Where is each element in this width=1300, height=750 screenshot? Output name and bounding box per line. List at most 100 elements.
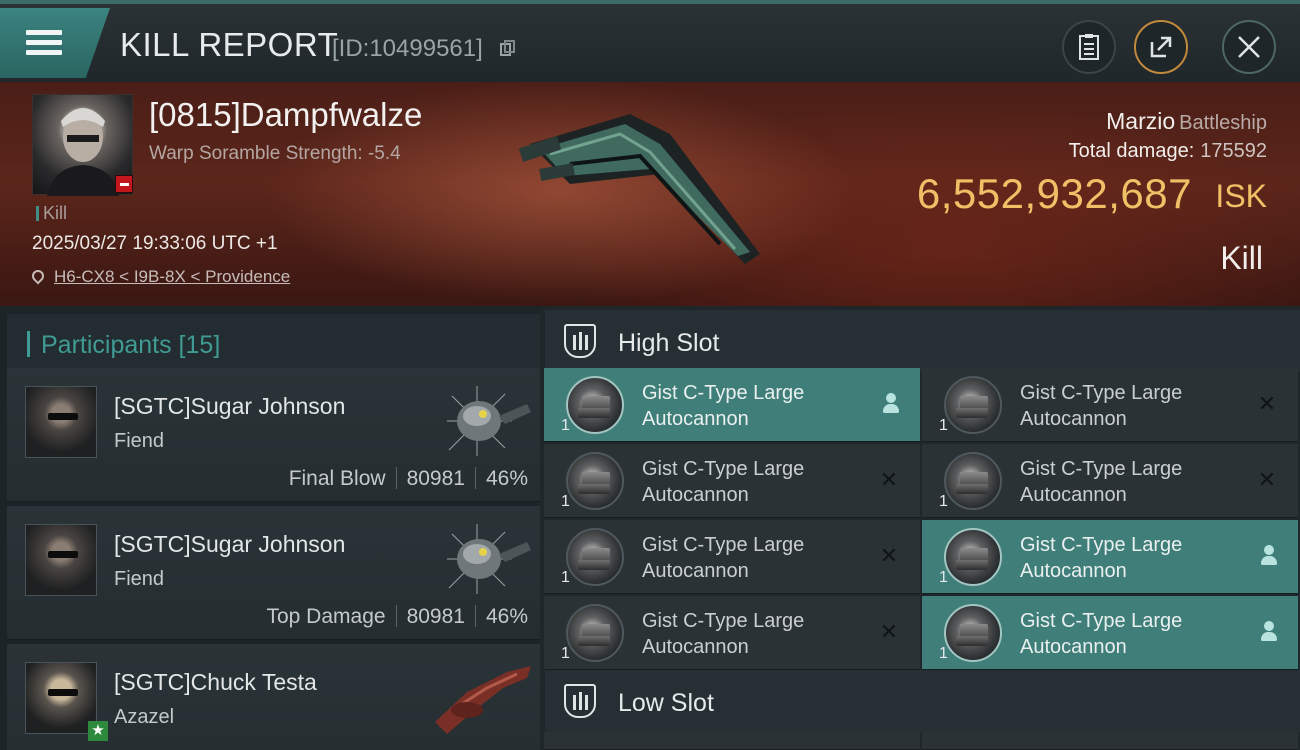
participant-ship: Fiend xyxy=(114,430,165,452)
module-item[interactable]: 1 Gist C-Type Large Autocannon ✕ xyxy=(922,368,1298,442)
destroyed-x-icon: ✕ xyxy=(879,543,899,568)
destroyed-x-icon: ✕ xyxy=(879,619,899,644)
total-damage-label: Total damage: xyxy=(1068,140,1195,162)
module-quantity: 1 xyxy=(939,569,948,586)
isk-value: 6,552,932,687 xyxy=(916,170,1192,217)
module-item[interactable]: 1 Gist C-Type Large Autocannon ✕ xyxy=(544,596,920,670)
close-icon xyxy=(1238,36,1260,58)
location-link[interactable]: H6-CX8 < I9B-8X < Providence xyxy=(54,267,290,286)
participant-row[interactable]: ★ [SGTC]Chuck Testa Azazel xyxy=(7,644,540,750)
module-name: Gist C-Type Large Autocannon xyxy=(1020,458,1183,506)
participant-avatar[interactable] xyxy=(25,524,97,596)
participant-ship: Fiend xyxy=(114,568,165,590)
autocannon-icon xyxy=(944,452,1002,510)
autocannon-icon xyxy=(944,528,1002,586)
participant-name: [SGTC]Sugar Johnson xyxy=(114,393,346,419)
fitting-panel: High Slot 1 Gist C-Type Large Autocannon … xyxy=(540,306,1300,750)
autocannon-icon xyxy=(566,604,624,662)
standing-badge xyxy=(115,175,133,193)
low-slot-title: Low Slot xyxy=(618,689,714,717)
participant-role: Top Damage xyxy=(266,605,386,628)
module-quantity: 1 xyxy=(561,645,570,662)
module-item[interactable] xyxy=(544,732,920,750)
module-item[interactable]: 1 Gist C-Type Large Autocannon xyxy=(922,520,1298,594)
kill-id: [ID:10499561] xyxy=(332,35,483,62)
total-damage-line: Total damage: 175592 xyxy=(1069,140,1267,163)
participant-damage: 80981 xyxy=(406,605,465,628)
page-title: KILL REPORT xyxy=(120,26,339,63)
module-quantity: 1 xyxy=(939,493,948,510)
dropped-person-icon xyxy=(1260,545,1278,567)
module-quantity: 1 xyxy=(561,417,570,434)
destroyed-x-icon: ✕ xyxy=(1257,391,1277,416)
participant-role: Final Blow xyxy=(288,467,386,490)
module-name: Gist C-Type Large Autocannon xyxy=(642,534,805,582)
destroyed-x-icon: ✕ xyxy=(879,467,899,492)
participant-ship-image xyxy=(447,524,531,594)
autocannon-icon xyxy=(566,528,624,586)
module-name: Gist C-Type Large Autocannon xyxy=(1020,534,1183,582)
high-slot-header: High Slot xyxy=(545,310,1300,372)
participant-row[interactable]: [SGTC]Sugar Johnson Fiend Top Damage 8098… xyxy=(7,506,540,640)
module-quantity: 1 xyxy=(561,493,570,510)
share-icon xyxy=(1150,36,1172,58)
autocannon-icon xyxy=(944,604,1002,662)
participant-ship-image xyxy=(435,666,531,734)
destroyed-x-icon: ✕ xyxy=(1257,467,1277,492)
module-name: Gist C-Type Large Autocannon xyxy=(642,610,805,658)
total-damage-value: 175592 xyxy=(1200,140,1267,162)
participant-ship: Azazel xyxy=(114,706,175,728)
module-name: Gist C-Type Large Autocannon xyxy=(1020,382,1183,430)
dropped-person-icon xyxy=(882,393,900,415)
participants-title: Participants [15] xyxy=(41,331,221,359)
participant-stats: Final Blow 80981 46% xyxy=(289,467,528,491)
star-badge-icon: ★ xyxy=(88,721,108,741)
participant-ship-image xyxy=(447,386,531,456)
participants-accent-bar xyxy=(27,331,30,357)
participant-avatar[interactable]: ★ xyxy=(25,662,108,741)
dropped-person-icon xyxy=(1260,621,1278,643)
autocannon-icon xyxy=(566,452,624,510)
participant-stats: Top Damage 80981 46% xyxy=(266,605,528,629)
header-bar: KILL REPORT [ID:10499561] xyxy=(0,0,1300,82)
clipboard-button[interactable] xyxy=(1062,20,1116,74)
module-item[interactable]: 1 Gist C-Type Large Autocannon xyxy=(922,596,1298,670)
participant-damage: 80981 xyxy=(406,467,465,490)
module-item[interactable]: 1 Gist C-Type Large Autocannon ✕ xyxy=(922,444,1298,518)
participant-name: [SGTC]Sugar Johnson xyxy=(114,531,346,557)
module-quantity: 1 xyxy=(939,417,948,434)
kill-result: Kill xyxy=(1220,240,1263,276)
participants-header: Participants [15] xyxy=(7,314,540,372)
clipboard-icon xyxy=(1079,34,1099,60)
low-slot-header: Low Slot xyxy=(545,670,1300,732)
kill-location[interactable]: H6-CX8 < I9B-8X < Providence xyxy=(29,267,290,287)
module-item[interactable]: 1 Gist C-Type Large Autocannon xyxy=(544,368,920,442)
victim-ship-image xyxy=(518,114,760,264)
module-item[interactable]: 1 Gist C-Type Large Autocannon ✕ xyxy=(544,520,920,594)
kill-type-tag: Kill xyxy=(36,203,67,224)
victim-subtitle: Warp Soramble Strength: -5.4 xyxy=(149,143,401,164)
menu-button[interactable] xyxy=(0,8,110,78)
module-item[interactable]: 1 Gist C-Type Large Autocannon ✕ xyxy=(544,444,920,518)
participant-row[interactable]: [SGTC]Sugar Johnson Fiend Final Blow 8098… xyxy=(7,368,540,502)
autocannon-icon xyxy=(566,376,624,434)
ship-name[interactable]: Marzio xyxy=(1106,108,1175,134)
close-button[interactable] xyxy=(1222,20,1276,74)
turret-slot-icon xyxy=(564,324,596,358)
hamburger-icon xyxy=(26,30,62,56)
location-pin-icon xyxy=(29,267,47,285)
high-slot-title: High Slot xyxy=(618,329,720,357)
participant-percent: 46% xyxy=(485,467,528,490)
autocannon-icon xyxy=(944,376,1002,434)
kill-timestamp: 2025/03/27 19:33:06 UTC +1 xyxy=(32,233,278,254)
participant-avatar[interactable] xyxy=(25,386,97,458)
module-item[interactable] xyxy=(922,732,1298,750)
victim-name[interactable]: [0815]Dampfwalze xyxy=(149,96,422,134)
module-name: Gist C-Type Large Autocannon xyxy=(642,458,805,506)
copy-icon[interactable] xyxy=(500,40,516,58)
victim-banner: [0815]Dampfwalze Warp Soramble Strength:… xyxy=(0,82,1300,306)
participant-percent: 46% xyxy=(485,605,528,628)
isk-unit: ISK xyxy=(1215,178,1267,214)
module-name: Gist C-Type Large Autocannon xyxy=(642,382,805,430)
share-button[interactable] xyxy=(1134,20,1188,74)
